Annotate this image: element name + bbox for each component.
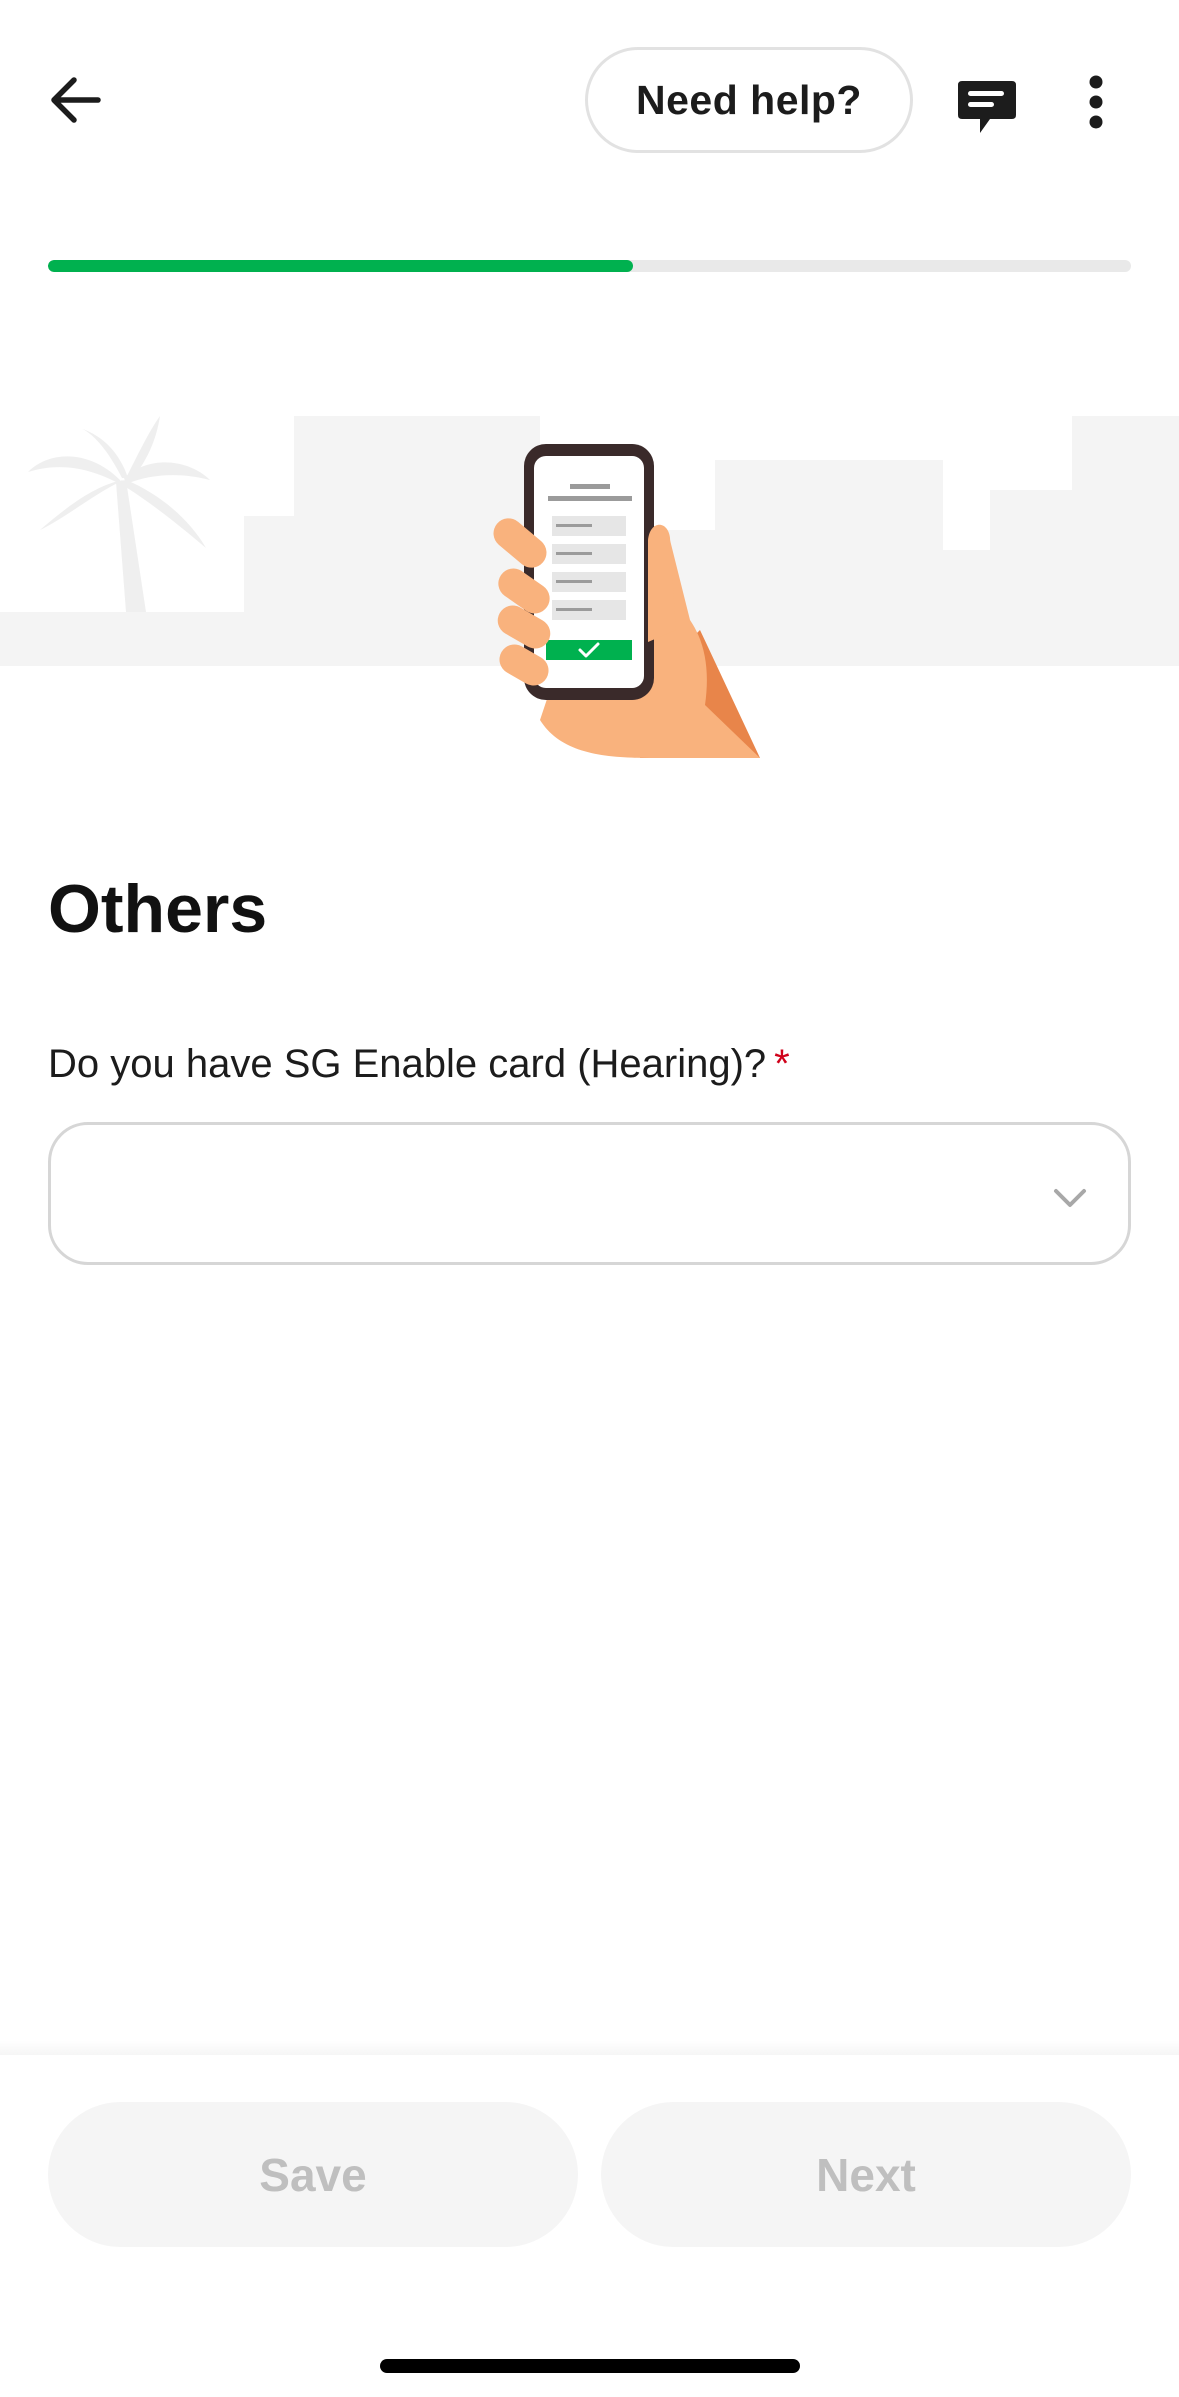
chat-bubble-icon xyxy=(958,81,1016,133)
chevron-down-icon xyxy=(1054,1189,1086,1207)
next-button-label: Next xyxy=(816,2148,916,2201)
progress-bar-fill xyxy=(48,260,633,272)
save-button-label: Save xyxy=(259,2148,367,2201)
question-label: Do you have SG Enable card (Hearing)? * xyxy=(48,1040,790,1088)
screen: Need help? Others Do you have SG Enable … xyxy=(0,0,1179,2397)
arrow-left-icon xyxy=(51,77,101,123)
hand-holding-phone-illustration xyxy=(0,416,1179,758)
question-text: Do you have SG Enable card (Hearing)? xyxy=(48,1042,767,1086)
more-options-button[interactable] xyxy=(1054,60,1138,144)
footer-divider xyxy=(0,2040,1179,2056)
more-vertical-icon xyxy=(1089,75,1103,129)
next-button[interactable]: Next xyxy=(601,2102,1131,2247)
palm-tree xyxy=(28,416,210,612)
back-button[interactable] xyxy=(34,58,118,142)
need-help-button[interactable]: Need help? xyxy=(585,47,913,153)
sg-enable-card-select[interactable] xyxy=(48,1122,1131,1265)
need-help-label: Need help? xyxy=(636,76,862,123)
required-marker: * xyxy=(774,1042,790,1086)
home-indicator xyxy=(380,2359,800,2373)
page-title: Others xyxy=(48,871,268,947)
chat-button[interactable] xyxy=(945,66,1029,150)
save-button[interactable]: Save xyxy=(48,2102,578,2247)
phone-confirm-bar xyxy=(546,640,632,660)
progress-bar xyxy=(48,260,1131,272)
